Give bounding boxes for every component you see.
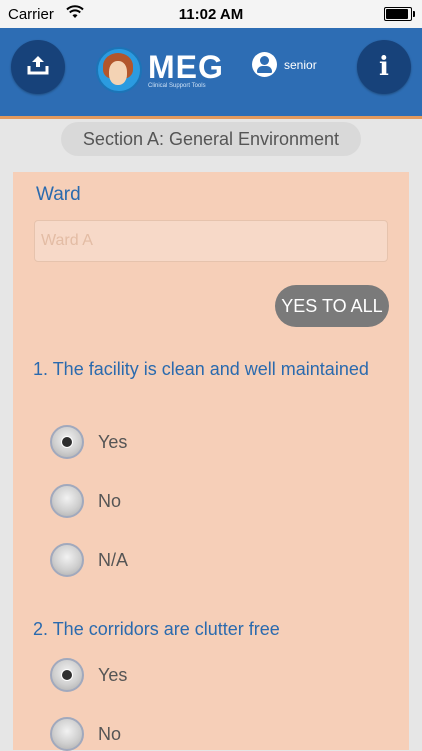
ward-input[interactable]	[34, 220, 388, 262]
battery-icon	[384, 7, 415, 21]
q1-option-na[interactable]: N/A	[50, 543, 128, 577]
q2-option-yes[interactable]: Yes	[50, 658, 127, 692]
q1-option-yes[interactable]: Yes	[50, 425, 127, 459]
app-logo: MEG Clinical Support Tools	[96, 46, 224, 94]
q2-option-no[interactable]: No	[50, 717, 121, 751]
option-label: N/A	[98, 549, 129, 570]
section-title: Section A: General Environment	[61, 122, 361, 156]
info-button[interactable]: i	[357, 40, 411, 94]
user-name: senior	[284, 57, 317, 72]
status-bar: Carrier 11:02 AM	[0, 0, 422, 28]
logo-name: MEG	[148, 48, 224, 85]
question-1-text: 1. The facility is clean and well mainta…	[33, 359, 369, 379]
option-label: Yes	[98, 664, 128, 685]
option-label: No	[98, 723, 122, 744]
q1-option-no[interactable]: No	[50, 484, 121, 518]
user-icon	[252, 52, 277, 77]
question-2-text: 2. The corridors are clutter free	[33, 619, 280, 639]
clock: 11:02 AM	[178, 6, 244, 23]
logo-avatar-icon	[96, 47, 142, 93]
radio-button-checked[interactable]	[50, 425, 84, 459]
option-label: No	[98, 490, 122, 511]
upload-button[interactable]	[11, 40, 65, 94]
user-account[interactable]: senior	[252, 52, 317, 77]
form-panel: Ward YES TO ALL 1. The facility is clean…	[13, 172, 409, 751]
ward-label: Ward	[36, 184, 81, 205]
radio-button[interactable]	[50, 484, 84, 518]
radio-button-checked[interactable]	[50, 658, 84, 692]
info-icon: i	[379, 52, 389, 82]
upload-icon	[27, 55, 49, 80]
radio-button[interactable]	[50, 717, 84, 751]
app-header: MEG Clinical Support Tools senior i	[0, 28, 422, 119]
yes-to-all-button[interactable]: YES TO ALL	[275, 285, 389, 327]
radio-button[interactable]	[50, 543, 84, 577]
option-label: Yes	[98, 431, 128, 452]
